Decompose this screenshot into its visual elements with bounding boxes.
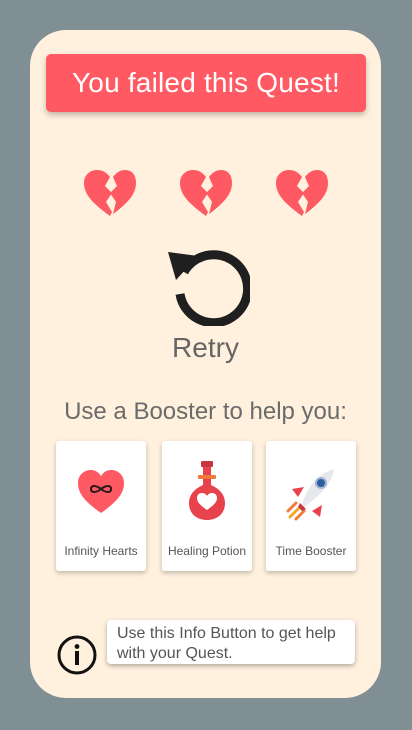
booster-label: Time Booster xyxy=(275,544,347,558)
banner-text: You failed this Quest! xyxy=(72,67,340,98)
info-icon[interactable] xyxy=(56,634,98,676)
info-tooltip: Use this Info Button to get help with yo… xyxy=(107,620,355,664)
booster-healing-potion[interactable]: Healing Potion xyxy=(162,441,252,571)
booster-time-booster[interactable]: Time Booster xyxy=(266,441,356,571)
infinity-heart-icon xyxy=(78,470,124,513)
booster-heading: Use a Booster to help you: xyxy=(64,398,347,425)
broken-heart-icon xyxy=(276,170,328,216)
booster-infinity-hearts[interactable]: Infinity Hearts xyxy=(56,441,146,571)
lives-row xyxy=(30,168,381,224)
booster-label: Healing Potion xyxy=(167,544,247,558)
quest-failed-card: You failed this Quest! Retry Use a Boost… xyxy=(30,30,381,698)
retry-button[interactable]: Retry xyxy=(30,332,381,364)
rocket-icon xyxy=(286,469,334,521)
quest-failed-banner: You failed this Quest! xyxy=(46,54,366,112)
booster-label: Infinity Hearts xyxy=(64,544,138,558)
healing-potion-icon xyxy=(189,461,225,520)
broken-heart-icon xyxy=(84,170,136,216)
retry-icon[interactable] xyxy=(166,242,250,326)
broken-heart-icon xyxy=(180,170,232,216)
